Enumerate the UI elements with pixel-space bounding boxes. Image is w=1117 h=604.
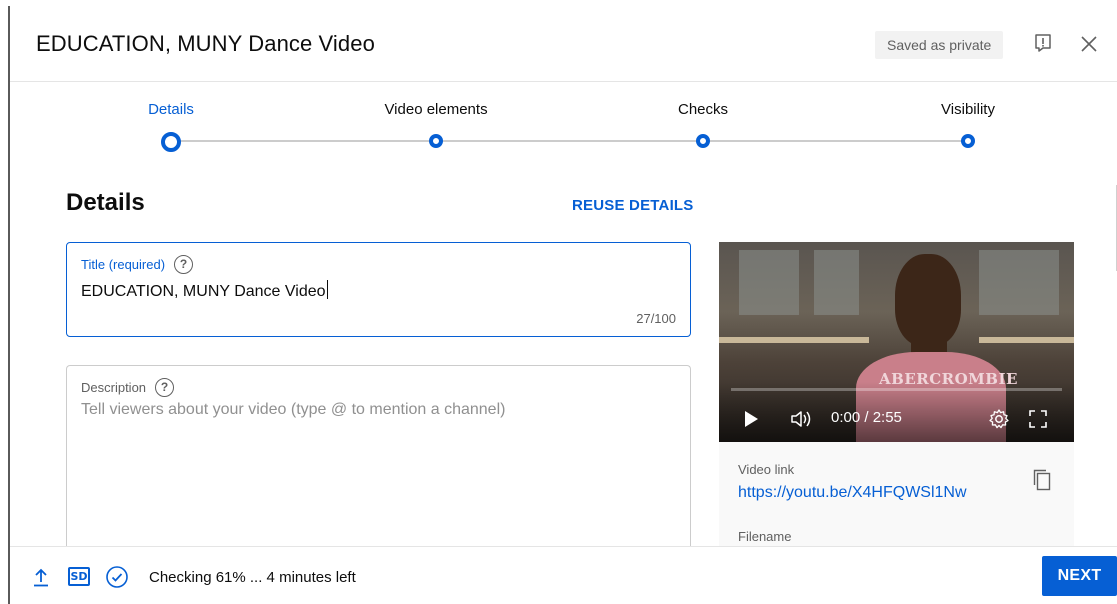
video-link-label: Video link	[738, 462, 795, 477]
section-title: Details	[66, 189, 145, 216]
close-icon[interactable]	[1078, 33, 1100, 55]
step-visibility[interactable]: Visibility	[941, 101, 995, 118]
description-label-text: Description	[81, 380, 147, 395]
upload-dialog: EDUCATION, MUNY Dance Video Saved as pri…	[10, 0, 1117, 604]
dialog-footer: SD Checking 61% ... 4 minutes left NEXT	[10, 546, 1117, 604]
title-char-counter: 27/100	[636, 311, 676, 326]
processing-status: Checking 61% ... 4 minutes left	[149, 569, 356, 586]
feedback-icon[interactable]	[1032, 32, 1054, 54]
stepper-track	[171, 140, 968, 142]
help-icon[interactable]: ?	[174, 255, 194, 274]
description-field-label: Description ?	[81, 378, 175, 397]
video-preview-card: ABERCROMBIE 0:00 / 2:55 Video link https…	[719, 242, 1074, 552]
window-edge	[0, 0, 10, 604]
dialog-header: EDUCATION, MUNY Dance Video Saved as pri…	[10, 0, 1117, 82]
video-player[interactable]: ABERCROMBIE 0:00 / 2:55	[719, 242, 1074, 442]
step-dot-checks[interactable]	[696, 134, 710, 148]
play-icon[interactable]	[745, 411, 758, 427]
next-button[interactable]: NEXT	[1042, 556, 1117, 596]
video-controls: 0:00 / 2:55	[719, 402, 1074, 438]
text-caret	[326, 280, 328, 299]
step-dot-visibility[interactable]	[961, 134, 975, 148]
dialog-title: EDUCATION, MUNY Dance Video	[36, 31, 375, 56]
settings-icon[interactable]	[988, 408, 1010, 430]
title-input-value: EDUCATION, MUNY Dance Video	[81, 283, 326, 300]
sd-quality-icon[interactable]: SD	[68, 567, 90, 586]
title-input[interactable]: EDUCATION, MUNY Dance Video	[81, 280, 328, 301]
upload-stepper: Details Video elements Checks Visibility	[10, 82, 1117, 162]
title-field[interactable]: Title (required) ? EDUCATION, MUNY Dance…	[66, 242, 691, 337]
reuse-details-button[interactable]: REUSE DETAILS	[572, 197, 694, 214]
saved-status-badge: Saved as private	[875, 31, 1004, 59]
step-details[interactable]: Details	[148, 101, 194, 118]
filename-label: Filename	[738, 529, 792, 544]
step-video-elements[interactable]: Video elements	[384, 101, 487, 118]
help-icon[interactable]: ?	[155, 378, 175, 397]
copy-icon[interactable]	[1032, 468, 1052, 492]
step-checks[interactable]: Checks	[678, 101, 728, 118]
video-progress-bar[interactable]	[731, 388, 1062, 391]
step-dot-video-elements[interactable]	[429, 134, 443, 148]
video-time: 0:00 / 2:55	[831, 409, 902, 426]
step-dot-details[interactable]	[161, 132, 181, 152]
check-circle-icon[interactable]	[105, 565, 129, 589]
video-thumbnail-person	[895, 254, 961, 346]
title-label-text: Title (required)	[81, 257, 166, 272]
description-field[interactable]: Description ? Tell viewers about your vi…	[66, 365, 691, 565]
video-link[interactable]: https://youtu.be/X4HFQWSl1Nw	[738, 484, 967, 502]
description-placeholder: Tell viewers about your video (type @ to…	[81, 401, 506, 418]
volume-icon[interactable]	[789, 408, 813, 430]
fullscreen-icon[interactable]	[1028, 409, 1048, 429]
upload-icon[interactable]	[32, 567, 50, 587]
title-field-label: Title (required) ?	[81, 255, 194, 274]
